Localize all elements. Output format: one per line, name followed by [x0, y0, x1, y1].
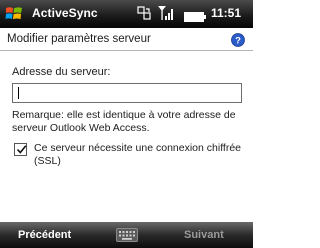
checkmark-icon — [16, 145, 27, 154]
remark-text: Remarque: elle est identique à votre adr… — [12, 109, 236, 134]
text-caret — [18, 87, 19, 99]
server-address-label: Adresse du serveur: — [12, 66, 111, 78]
previous-softkey[interactable]: Précédent — [18, 229, 71, 241]
keyboard-icon[interactable] — [116, 228, 138, 242]
next-softkey[interactable]: Suivant — [184, 229, 224, 241]
title-bar: ActiveSync 11:51 — [0, 0, 253, 28]
form-area: Adresse du serveur: Remarque: elle est i… — [0, 51, 253, 222]
ssl-checkbox-label[interactable]: Ce serveur nécessite une connexion chiff… — [34, 142, 244, 168]
svg-text:?: ? — [235, 36, 241, 47]
app-title: ActiveSync — [32, 6, 98, 20]
ssl-checkbox[interactable] — [14, 143, 27, 156]
server-address-input[interactable] — [12, 83, 242, 103]
battery-icon[interactable] — [184, 9, 206, 22]
softkey-bar: Précédent Suivant — [0, 222, 253, 248]
page-header: Modifier paramètres serveur ? — [0, 28, 253, 51]
help-icon[interactable]: ? — [231, 33, 245, 47]
clock[interactable]: 11:51 — [211, 6, 241, 20]
sync-connection-icon[interactable] — [137, 6, 151, 20]
page-title: Modifier paramètres serveur — [7, 33, 151, 45]
signal-strength-icon[interactable] — [158, 5, 176, 21]
windows-start-icon[interactable] — [4, 4, 24, 24]
